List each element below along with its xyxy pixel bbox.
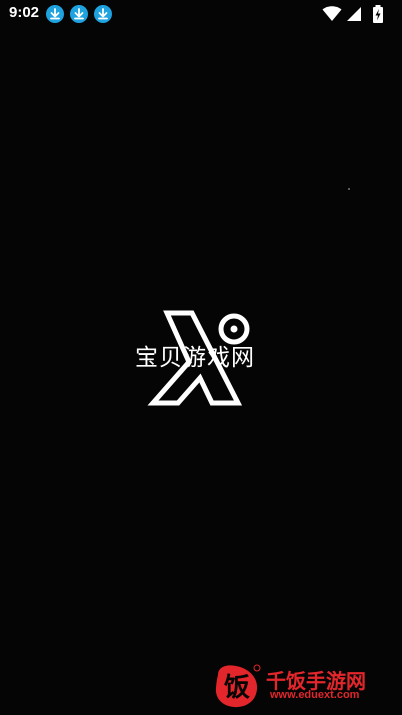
- status-bar: 9:02: [0, 0, 402, 28]
- wifi-icon: [322, 6, 342, 21]
- speck: [348, 188, 350, 190]
- download-icon: [94, 5, 112, 23]
- download-icon: [70, 5, 88, 23]
- site-logo-badge: 饭: [215, 664, 261, 708]
- status-time: 9:02: [9, 4, 40, 21]
- badge-glyph: 饭: [224, 673, 250, 703]
- site-watermark-text: 宝贝游戏网: [135, 345, 255, 371]
- corner-watermark-url: www.eduext.com: [270, 689, 360, 701]
- signal-icon: [347, 7, 361, 21]
- system-status-icons: [322, 5, 392, 23]
- corner-watermark: 饭 千饭手游网 www.eduext.com: [212, 661, 394, 709]
- battery-charging-icon: [373, 5, 383, 23]
- download-icon: [46, 5, 64, 23]
